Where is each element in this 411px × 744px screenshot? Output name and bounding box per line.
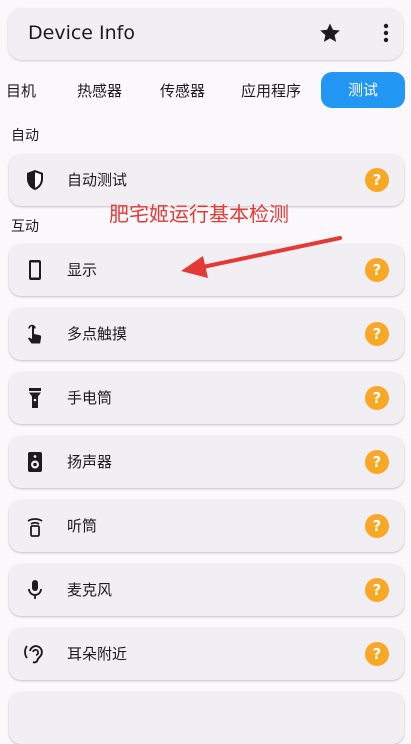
help-icon[interactable]: ? bbox=[365, 450, 389, 474]
tab-apps[interactable]: 应用程序 bbox=[241, 74, 301, 108]
earpiece-label: 听筒 bbox=[67, 517, 98, 535]
microphone-card[interactable]: 麦克风 ? bbox=[9, 564, 404, 616]
touch-icon bbox=[28, 324, 42, 344]
microphone-icon bbox=[28, 580, 42, 599]
ear-proximity-card[interactable]: 耳朵附近 ? bbox=[9, 628, 404, 680]
flashlight-icon bbox=[29, 388, 41, 408]
more-vert-icon[interactable] bbox=[374, 21, 398, 45]
section-header-auto: 自动 bbox=[11, 128, 39, 144]
multitouch-card[interactable]: 多点触摸 ? bbox=[9, 308, 404, 360]
microphone-label: 麦克风 bbox=[67, 581, 113, 599]
speaker-label: 扬声器 bbox=[67, 453, 113, 471]
earpiece-card[interactable]: 听筒 ? bbox=[9, 500, 404, 552]
help-icon[interactable]: ? bbox=[365, 386, 389, 410]
help-icon[interactable]: ? bbox=[365, 322, 389, 346]
speaker-card[interactable]: 扬声器 ? bbox=[9, 436, 404, 488]
flashlight-label: 手电筒 bbox=[67, 389, 113, 407]
help-icon[interactable]: ? bbox=[365, 258, 389, 282]
tab-system[interactable]: 目机 bbox=[6, 74, 36, 108]
earpiece-icon bbox=[27, 518, 43, 537]
ear-proximity-icon bbox=[24, 645, 43, 664]
display-card[interactable]: 显示 ? bbox=[9, 244, 404, 296]
ear-proximity-label: 耳朵附近 bbox=[67, 645, 128, 663]
help-icon[interactable]: ? bbox=[365, 168, 389, 192]
shield-icon bbox=[27, 170, 43, 190]
flashlight-card[interactable]: 手电筒 ? bbox=[9, 372, 404, 424]
annotation-text: 肥宅姬运行基本检测 bbox=[109, 202, 289, 226]
help-icon[interactable]: ? bbox=[365, 514, 389, 538]
next-card[interactable] bbox=[9, 692, 404, 744]
multitouch-label: 多点触摸 bbox=[67, 325, 128, 343]
app-title: Device Info bbox=[28, 22, 135, 44]
tab-sensors[interactable]: 传感器 bbox=[160, 74, 205, 108]
help-icon[interactable]: ? bbox=[365, 578, 389, 602]
tab-test[interactable]: 测试 bbox=[321, 72, 405, 108]
help-icon[interactable]: ? bbox=[365, 642, 389, 666]
tab-thermal[interactable]: 热感器 bbox=[77, 74, 122, 108]
display-label: 显示 bbox=[67, 261, 98, 279]
tab-bar: 目机 热感器 传感器 应用程序 测试 bbox=[0, 66, 411, 114]
phone-icon bbox=[29, 260, 41, 280]
star-icon[interactable] bbox=[318, 21, 342, 45]
speaker-icon bbox=[28, 452, 42, 472]
app-bar: Device Info bbox=[8, 8, 403, 60]
section-header-interactive: 互动 bbox=[11, 219, 39, 235]
